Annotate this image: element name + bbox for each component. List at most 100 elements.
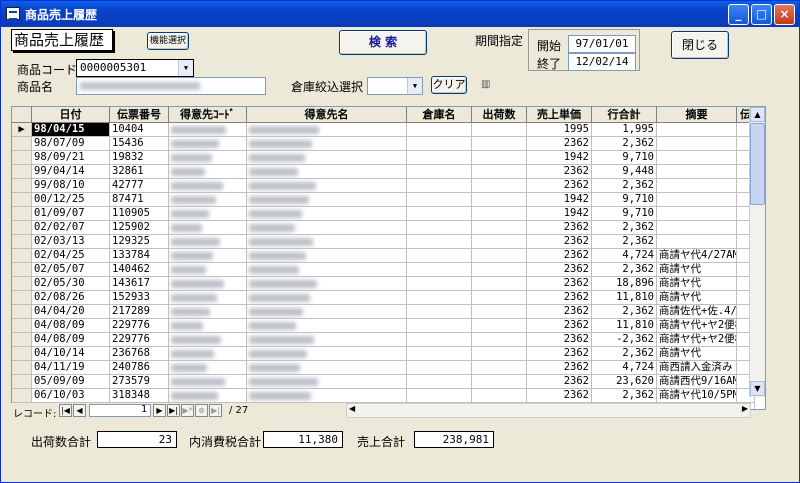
table-row[interactable]: 04/08/09 229776 2362 11,810 商請ヤ代+ヤ2便8: [12, 319, 755, 333]
table-row[interactable]: 02/05/30 143617 2362 18,896 商請ヤ代: [12, 277, 755, 291]
column-header[interactable]: 伝票番号: [110, 107, 169, 123]
row-selector[interactable]: ▶: [12, 123, 32, 137]
row-selector[interactable]: [12, 277, 32, 291]
table-row[interactable]: 06/10/03 318348 2362 2,362 商請ヤ代10/5PM1: [12, 389, 755, 403]
column-header[interactable]: 売上単価: [527, 107, 592, 123]
clear-button[interactable]: クリア: [431, 76, 467, 94]
delete-record-icon[interactable]: ⊗: [195, 404, 208, 417]
horizontal-scrollbar[interactable]: ◀ ▶: [346, 403, 751, 418]
row-selector[interactable]: [12, 375, 32, 389]
row-selector[interactable]: [12, 333, 32, 347]
row-selector[interactable]: [12, 165, 32, 179]
table-row[interactable]: 05/09/09273579 236223,620商請西代9/16AM批: [12, 375, 755, 389]
first-record-icon[interactable]: |◀: [59, 404, 72, 417]
table-row[interactable]: 02/04/25 133784 2362 4,724 商請ヤ代4/27AM: [12, 249, 755, 263]
table-row[interactable]: 04/04/20 217289 2362 2,362 商請佐代+佐.4/2: [12, 305, 755, 319]
row-selector[interactable]: [12, 263, 32, 277]
row-selector[interactable]: [12, 249, 32, 263]
row-selector[interactable]: [12, 389, 32, 403]
scroll-up-icon[interactable]: ▲: [750, 107, 765, 122]
column-header[interactable]: 得意先ｺｰﾄﾞ: [169, 107, 247, 123]
row-selector[interactable]: [12, 221, 32, 235]
column-header[interactable]: 出荷数: [472, 107, 527, 123]
minimize-button[interactable]: _: [728, 4, 749, 25]
table-cell: 商請ヤ代4/27AM: [657, 249, 737, 263]
maximize-button[interactable]: □: [751, 4, 772, 25]
app-window: 商品売上履歴 _ □ × 商品売上履歴 機能選択 検 索 期間指定 開始 97/…: [0, 0, 800, 483]
row-selector[interactable]: [12, 137, 32, 151]
redacted-block: [249, 350, 307, 358]
table-row[interactable]: 02/03/13 129325 2362 2,362: [12, 235, 755, 249]
column-header[interactable]: 日付: [32, 107, 110, 123]
table-cell: 1942: [527, 207, 592, 221]
table-cell: 02/05/30: [32, 277, 110, 291]
table-cell: [407, 361, 472, 375]
row-selector[interactable]: [12, 235, 32, 249]
row-selector[interactable]: [12, 193, 32, 207]
scroll-thumb[interactable]: [750, 123, 765, 205]
table-row[interactable]: 02/05/07 140462 2362 2,362 商請ヤ代: [12, 263, 755, 277]
vertical-scrollbar[interactable]: ▲ ▼: [749, 107, 765, 397]
scroll-left-icon[interactable]: ◀: [349, 404, 355, 413]
search-button[interactable]: 検 索: [339, 30, 427, 55]
row-selector[interactable]: [12, 207, 32, 221]
column-header[interactable]: 倉庫名: [407, 107, 472, 123]
row-selector[interactable]: [12, 319, 32, 333]
sales-history-grid[interactable]: 日付 伝票番号 得意先ｺｰﾄﾞ 得意先名 倉庫名 出荷数 売上単価 行合計 摘要伝 ▶ 98/04…: [11, 106, 766, 410]
table-row[interactable]: 99/08/10 42777 2362 2,362: [12, 179, 755, 193]
table-cell: [472, 221, 527, 235]
scroll-down-icon[interactable]: ▼: [750, 381, 765, 396]
chevron-down-icon[interactable]: ▼: [407, 78, 422, 94]
column-header[interactable]: 得意先名: [247, 107, 407, 123]
scroll-right-icon[interactable]: ▶: [742, 404, 748, 413]
table-row[interactable]: 04/10/14 236768 2362 2,362 商請ヤ代: [12, 347, 755, 361]
row-selector[interactable]: [12, 179, 32, 193]
close-window-button[interactable]: ×: [774, 4, 795, 25]
table-cell: [169, 389, 247, 403]
goto-end-icon[interactable]: ▶|: [209, 404, 222, 417]
table-cell: 152933: [110, 291, 169, 305]
table-row[interactable]: ▶ 98/04/15 10404 1995 1,995: [12, 123, 755, 137]
table-cell: [169, 291, 247, 305]
last-record-icon[interactable]: ▶|: [167, 404, 180, 417]
table-cell: 2362: [527, 319, 592, 333]
redacted-block: [171, 210, 209, 218]
table-row[interactable]: 98/09/21 19832 1942 9,710: [12, 151, 755, 165]
row-selector[interactable]: [12, 361, 32, 375]
row-selector[interactable]: [12, 305, 32, 319]
warehouse-select[interactable]: ▼: [367, 77, 423, 95]
table-row[interactable]: 01/09/07 110905 1942 9,710: [12, 207, 755, 221]
start-date-field[interactable]: 97/01/01: [568, 35, 636, 53]
table-row[interactable]: 04/08/09 229776 2362 -2,362 商請ヤ代+ヤ2便8: [12, 333, 755, 347]
table-cell: [657, 207, 737, 221]
table-cell: [407, 151, 472, 165]
table-cell: 2362: [527, 305, 592, 319]
close-form-button[interactable]: 閉じる: [671, 31, 729, 59]
record-number-field[interactable]: 1: [89, 404, 151, 417]
row-selector[interactable]: [12, 347, 32, 361]
product-code-select[interactable]: 0000005301 ▼: [76, 59, 194, 77]
table-row[interactable]: 04/11/19 240786 2362 4,724 商西請入金済み: [12, 361, 755, 375]
checkbox-icon[interactable]: ▥: [481, 79, 490, 90]
row-selector[interactable]: [12, 151, 32, 165]
chevron-down-icon[interactable]: ▼: [178, 60, 193, 76]
table-row[interactable]: 02/08/26 152933 2362 11,810 商請ヤ代: [12, 291, 755, 305]
new-record-icon[interactable]: ▶*: [181, 404, 194, 417]
prev-record-icon[interactable]: ◀: [73, 404, 86, 417]
redacted-block: [171, 336, 221, 344]
column-header[interactable]: 摘要: [657, 107, 737, 123]
redacted-block: [249, 154, 305, 162]
period-label: 期間指定: [475, 34, 524, 48]
redacted-block: [249, 378, 318, 386]
row-selector[interactable]: [12, 291, 32, 305]
table-row[interactable]: 98/07/09 15436 2362 2,362: [12, 137, 755, 151]
function-select-button[interactable]: 機能選択: [147, 32, 189, 50]
product-name-label: 商品名: [17, 80, 54, 94]
next-record-icon[interactable]: ▶: [153, 404, 166, 417]
table-row[interactable]: 00/12/25 87471 1942 9,710: [12, 193, 755, 207]
table-row[interactable]: 99/04/14 32861 2362 9,448: [12, 165, 755, 179]
table-cell: 商請ヤ代: [657, 263, 737, 277]
table-row[interactable]: 02/02/07 125902 2362 2,362: [12, 221, 755, 235]
end-date-field[interactable]: 12/02/14: [568, 53, 636, 71]
column-header[interactable]: 行合計: [592, 107, 657, 123]
